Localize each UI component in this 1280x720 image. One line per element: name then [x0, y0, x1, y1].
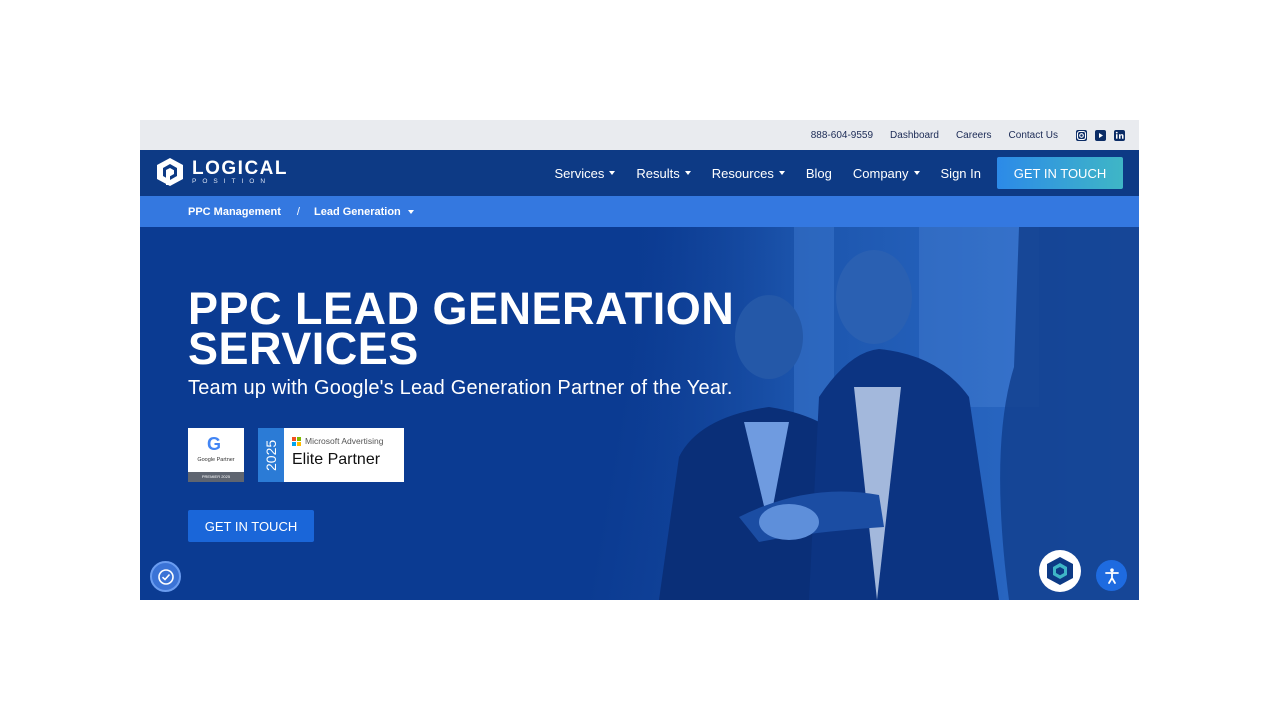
main-nav: LOGICAL POSITION Services Results Resour… [140, 150, 1139, 196]
logo[interactable]: LOGICAL POSITION [156, 157, 288, 187]
phone-link[interactable]: 888-604-9559 [811, 130, 873, 141]
youtube-icon[interactable] [1095, 129, 1106, 141]
breadcrumb: PPC Management / Lead Generation [140, 196, 1139, 227]
google-g-icon: G [207, 434, 222, 454]
chevron-down-icon [913, 171, 920, 175]
chevron-down-icon[interactable] [407, 209, 414, 214]
careers-link[interactable]: Careers [956, 130, 992, 141]
instagram-icon[interactable] [1076, 129, 1087, 141]
breadcrumb-lead-generation[interactable]: Lead Generation [314, 206, 401, 218]
chevron-down-icon [609, 171, 616, 175]
dashboard-link[interactable]: Dashboard [890, 130, 939, 141]
utility-bar: 888-604-9559 Dashboard Careers Contact U… [140, 120, 1139, 150]
accessibility-button[interactable] [1096, 560, 1127, 591]
contact-us-link[interactable]: Contact Us [1009, 130, 1058, 141]
hero-title: PPC LEAD GENERATION SERVICES [188, 283, 735, 374]
microsoft-elite-partner-badge: 2025 Microsoft Advertising Elite Partner [258, 428, 404, 482]
microsoft-logo-icon [292, 436, 301, 446]
get-in-touch-button[interactable]: GET IN TOUCH [997, 157, 1123, 189]
chevron-down-icon [684, 171, 691, 175]
browser-viewport: 888-604-9559 Dashboard Careers Contact U… [140, 120, 1139, 600]
breadcrumb-ppc-management[interactable]: PPC Management [188, 206, 281, 218]
breadcrumb-separator: / [296, 205, 300, 218]
nav-links: Services Results Resources Blog Company … [554, 150, 981, 196]
logo-mark-icon [157, 158, 183, 186]
logo-wordmark: LOGICAL [192, 157, 288, 179]
history-widget-button[interactable] [150, 561, 181, 592]
social-links [1076, 129, 1125, 141]
nav-resources[interactable]: Resources [712, 166, 785, 181]
chat-widget-button[interactable] [1039, 550, 1081, 592]
logo-cube-icon [1047, 557, 1073, 585]
hero-get-in-touch-button[interactable]: GET IN TOUCH [188, 510, 314, 542]
nav-services[interactable]: Services [554, 166, 616, 181]
google-partner-badge: G Google Partner PREMIER 2025 [188, 428, 244, 482]
hero-section: PPC LEAD GENERATION SERVICES Team up wit… [140, 227, 1139, 600]
logo-subtext: POSITION [192, 177, 272, 185]
nav-company[interactable]: Company [853, 166, 920, 181]
hero-subtitle: Team up with Google's Lead Generation Pa… [188, 377, 733, 399]
clock-check-icon [157, 568, 174, 585]
nav-results[interactable]: Results [636, 166, 691, 181]
linkedin-icon[interactable] [1114, 129, 1125, 141]
nav-sign-in[interactable]: Sign In [941, 166, 981, 181]
nav-blog[interactable]: Blog [806, 166, 832, 181]
chevron-down-icon [778, 171, 785, 175]
accessibility-icon [1104, 567, 1119, 584]
badge-year: 2025 [258, 428, 284, 482]
